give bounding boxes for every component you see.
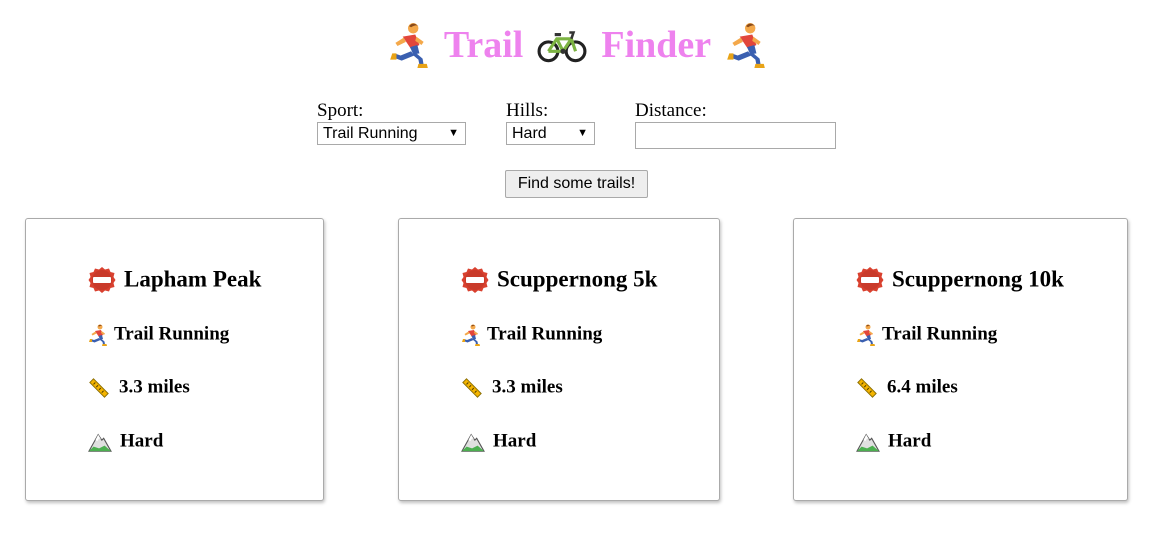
search-filters: Sport: Trail Running ▼ Hills: Hard ▼ Dis… — [0, 100, 1155, 160]
bicycle-icon — [537, 22, 587, 68]
page-title: Trail Finder — [0, 22, 1155, 78]
trail-sport: Trail Running — [856, 323, 997, 346]
name-badge-icon — [461, 266, 489, 294]
trail-hills-text: Hard — [120, 430, 164, 452]
dropdown-arrow-icon: ▼ — [448, 127, 459, 139]
trail-card: Scuppernong 5k Trail Running 3.3 miles H… — [398, 218, 720, 501]
name-badge-icon — [88, 266, 116, 294]
mountain-icon — [88, 431, 112, 453]
hills-label: Hills: — [506, 100, 549, 121]
trail-name-text: Scuppernong 5k — [497, 266, 658, 292]
trail-hills: Hard — [856, 430, 931, 453]
trail-distance-text: 3.3 miles — [119, 376, 190, 398]
title-word-trail: Trail — [443, 24, 524, 66]
trail-hills: Hard — [88, 430, 163, 453]
trail-sport-text: Trail Running — [114, 323, 230, 345]
runner-icon — [725, 22, 767, 68]
trail-name: Scuppernong 10k — [856, 265, 1064, 294]
trail-hills-text: Hard — [888, 430, 932, 452]
trail-sport: Trail Running — [461, 323, 602, 346]
trail-distance: 3.3 miles — [461, 376, 563, 399]
runner-icon — [856, 324, 876, 346]
trail-distance-text: 6.4 miles — [887, 376, 958, 398]
trail-name-text: Scuppernong 10k — [892, 266, 1064, 292]
trail-hills-text: Hard — [493, 430, 537, 452]
ruler-icon — [461, 377, 483, 399]
runner-icon — [461, 324, 481, 346]
trail-sport: Trail Running — [88, 323, 229, 346]
sport-select-value: Trail Running — [323, 125, 418, 142]
trail-name-text: Lapham Peak — [124, 266, 262, 292]
sport-select[interactable]: Trail Running ▼ — [317, 122, 466, 145]
distance-input[interactable] — [635, 122, 836, 149]
trail-card: Scuppernong 10k Trail Running 6.4 miles … — [793, 218, 1128, 501]
trail-sport-text: Trail Running — [487, 323, 603, 345]
trail-card: Lapham Peak Trail Running 3.3 miles Hard — [25, 218, 324, 501]
ruler-icon — [88, 377, 110, 399]
distance-label: Distance: — [635, 100, 707, 121]
trail-distance: 6.4 miles — [856, 376, 958, 399]
hills-select-value: Hard — [512, 125, 547, 142]
trail-sport-text: Trail Running — [882, 323, 998, 345]
trail-name: Scuppernong 5k — [461, 265, 657, 294]
runner-icon — [88, 324, 108, 346]
hills-select[interactable]: Hard ▼ — [506, 122, 595, 145]
trail-distance: 3.3 miles — [88, 376, 190, 399]
mountain-icon — [461, 431, 485, 453]
sport-filter: Sport: Trail Running ▼ — [317, 100, 466, 145]
title-word-finder: Finder — [601, 24, 712, 66]
trail-hills: Hard — [461, 430, 536, 453]
distance-filter: Distance: — [635, 100, 836, 149]
sport-label: Sport: — [317, 100, 364, 121]
hills-filter: Hills: Hard ▼ — [506, 100, 595, 145]
trail-name: Lapham Peak — [88, 265, 261, 294]
runner-icon — [388, 22, 430, 68]
ruler-icon — [856, 377, 878, 399]
dropdown-arrow-icon: ▼ — [577, 127, 588, 139]
name-badge-icon — [856, 266, 884, 294]
mountain-icon — [856, 431, 880, 453]
find-trails-button[interactable]: Find some trails! — [505, 170, 648, 198]
trail-distance-text: 3.3 miles — [492, 376, 563, 398]
